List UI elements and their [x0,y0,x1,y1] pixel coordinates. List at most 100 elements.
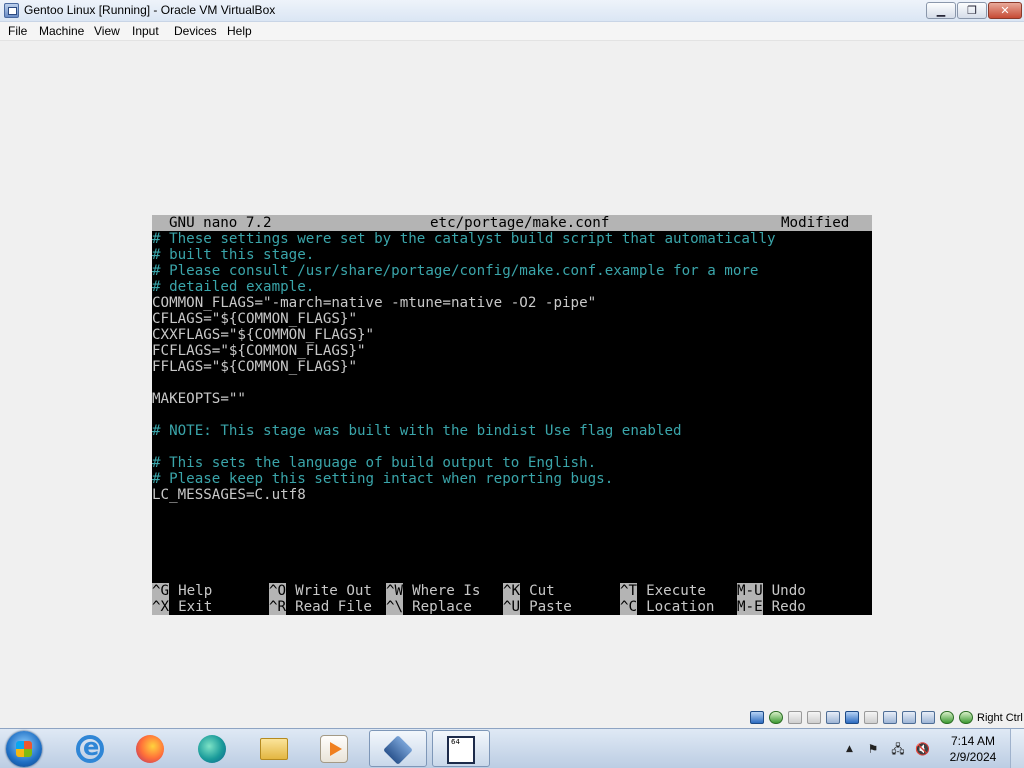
menu-view[interactable]: View [94,24,120,38]
menu-file[interactable]: File [8,24,27,38]
maximize-button[interactable]: ❐ [957,2,987,19]
cpu-icon[interactable] [921,711,935,724]
shortcut-key: ^X [152,599,170,615]
volume-muted-icon[interactable]: 🔇 [915,742,930,756]
keyboard-icon[interactable] [959,711,973,724]
window-title: Gentoo Linux [Running] - Oracle VM Virtu… [24,3,276,17]
edge-icon [198,735,226,763]
menu-help[interactable]: Help [227,24,252,38]
nano-filename: etc/portage/make.conf [430,215,610,231]
shortcut-label: Exit [178,599,213,615]
shortcut-label: Where Is [412,583,481,599]
shortcut-item: M-E Redo [737,599,806,615]
taskbar-internet-explorer[interactable] [62,730,120,767]
video-capture-icon[interactable] [902,711,916,724]
audio-icon[interactable] [807,711,821,724]
shortcut-item: ^W Where Is [386,583,480,599]
vm-display[interactable]: GNU nano 7.2 etc/portage/make.conf Modif… [0,41,1024,708]
editor-line[interactable]: CFLAGS="${COMMON_FLAGS}" [152,311,357,327]
editor-line[interactable]: # These settings were set by the catalys… [152,231,776,247]
media-player-icon [320,735,348,763]
shortcut-item: ^X Exit [152,599,212,615]
menu-machine[interactable]: Machine [39,24,84,38]
editor-line[interactable]: # This sets the language of build output… [152,455,596,471]
shortcut-label: Replace [412,599,472,615]
action-center-flag-icon[interactable]: ⚑ [866,742,880,756]
shortcut-item: M-U Undo [737,583,806,599]
shortcut-key: ^U [503,599,521,615]
network-icon[interactable] [826,711,840,724]
shortcut-item: ^R Read File [269,599,372,615]
internet-explorer-icon [76,733,104,763]
shortcut-label: Undo [771,583,806,599]
close-button[interactable]: ✕ [988,2,1022,19]
editor-line[interactable]: # detailed example. [152,279,314,295]
virtualbox-vm-icon [447,736,475,764]
network-tray-icon[interactable]: 🖧 [891,742,905,756]
editor-line[interactable]: # Please consult /usr/share/portage/conf… [152,263,758,279]
display-icon[interactable] [883,711,897,724]
floppy-icon[interactable] [788,711,802,724]
shortcut-key: ^K [503,583,521,599]
shortcut-key: ^C [620,599,638,615]
host-key-label: Right Ctrl [977,712,1023,724]
optical-drive-icon[interactable] [769,711,783,724]
editor-line[interactable]: LC_MESSAGES=C.utf8 [152,487,306,503]
taskbar-media-player[interactable] [306,730,364,767]
start-button[interactable] [6,731,42,767]
shortcut-key: ^O [269,583,287,599]
editor-line[interactable]: # built this stage. [152,247,314,263]
clock-time[interactable]: 7:14 AM [948,734,998,748]
hard-disk-icon[interactable] [750,711,764,724]
editor-line[interactable]: FCFLAGS="${COMMON_FLAGS}" [152,343,366,359]
menu-devices[interactable]: Devices [174,24,217,38]
taskbar-virtualbox-vm[interactable] [432,730,490,767]
menu-bar: File Machine View Input Devices Help [0,22,1024,41]
minimize-button[interactable]: ▁ [926,2,956,19]
nano-terminal[interactable]: GNU nano 7.2 etc/portage/make.conf Modif… [152,215,872,615]
shortcut-label: Paste [529,599,572,615]
taskbar-edge[interactable] [184,730,242,767]
shortcut-label: Cut [529,583,555,599]
shortcut-item: ^G Help [152,583,212,599]
virtualbox-icon [383,735,413,765]
editor-line[interactable]: # Please keep this setting intact when r… [152,471,613,487]
shortcut-label: Write Out [295,583,372,599]
nano-modified-status: Modified [781,215,850,231]
shortcut-item: ^\ Replace [386,599,472,615]
menu-input[interactable]: Input [132,24,159,38]
taskbar: ▲ ⚑ 🖧 🔇 7:14 AM 2/9/2024 [0,728,1024,768]
shortcut-key: ^T [620,583,638,599]
vm-status-bar: Right Ctrl [0,708,1024,728]
shortcut-item: ^O Write Out [269,583,372,599]
shortcut-key: M-U [737,583,763,599]
shortcut-label: Redo [771,599,806,615]
shortcut-item: ^U Paste [503,599,572,615]
clock-date[interactable]: 2/9/2024 [948,750,998,764]
editor-line[interactable]: COMMON_FLAGS="-march=native -mtune=nativ… [152,295,596,311]
shortcut-key: ^\ [386,599,404,615]
usb-icon[interactable] [845,711,859,724]
editor-line[interactable]: # NOTE: This stage was built with the bi… [152,423,682,439]
file-explorer-icon [260,738,288,760]
shared-folders-icon[interactable] [864,711,878,724]
shortcut-label: Help [178,583,213,599]
editor-line[interactable]: CXXFLAGS="${COMMON_FLAGS}" [152,327,374,343]
shortcut-key: ^W [386,583,404,599]
shortcut-key: M-E [737,599,763,615]
shortcut-key: ^G [152,583,170,599]
editor-line[interactable]: FFLAGS="${COMMON_FLAGS}" [152,359,357,375]
shortcut-label: Read File [295,599,372,615]
shortcut-item: ^C Location [620,599,714,615]
show-hidden-icons-button[interactable]: ▲ [846,744,853,754]
show-desktop-button[interactable] [1010,729,1024,768]
nano-title-bar: GNU nano 7.2 etc/portage/make.conf Modif… [152,215,872,231]
editor-line[interactable]: MAKEOPTS="" [152,391,246,407]
taskbar-file-explorer[interactable] [246,730,304,767]
virtualbox-app-icon[interactable] [4,3,19,18]
arrow-icon[interactable] [940,711,954,724]
taskbar-firefox[interactable] [122,730,180,767]
taskbar-virtualbox[interactable] [369,730,427,767]
window-title-bar[interactable]: Gentoo Linux [Running] - Oracle VM Virtu… [0,0,1024,22]
shortcut-item: ^T Execute [620,583,706,599]
